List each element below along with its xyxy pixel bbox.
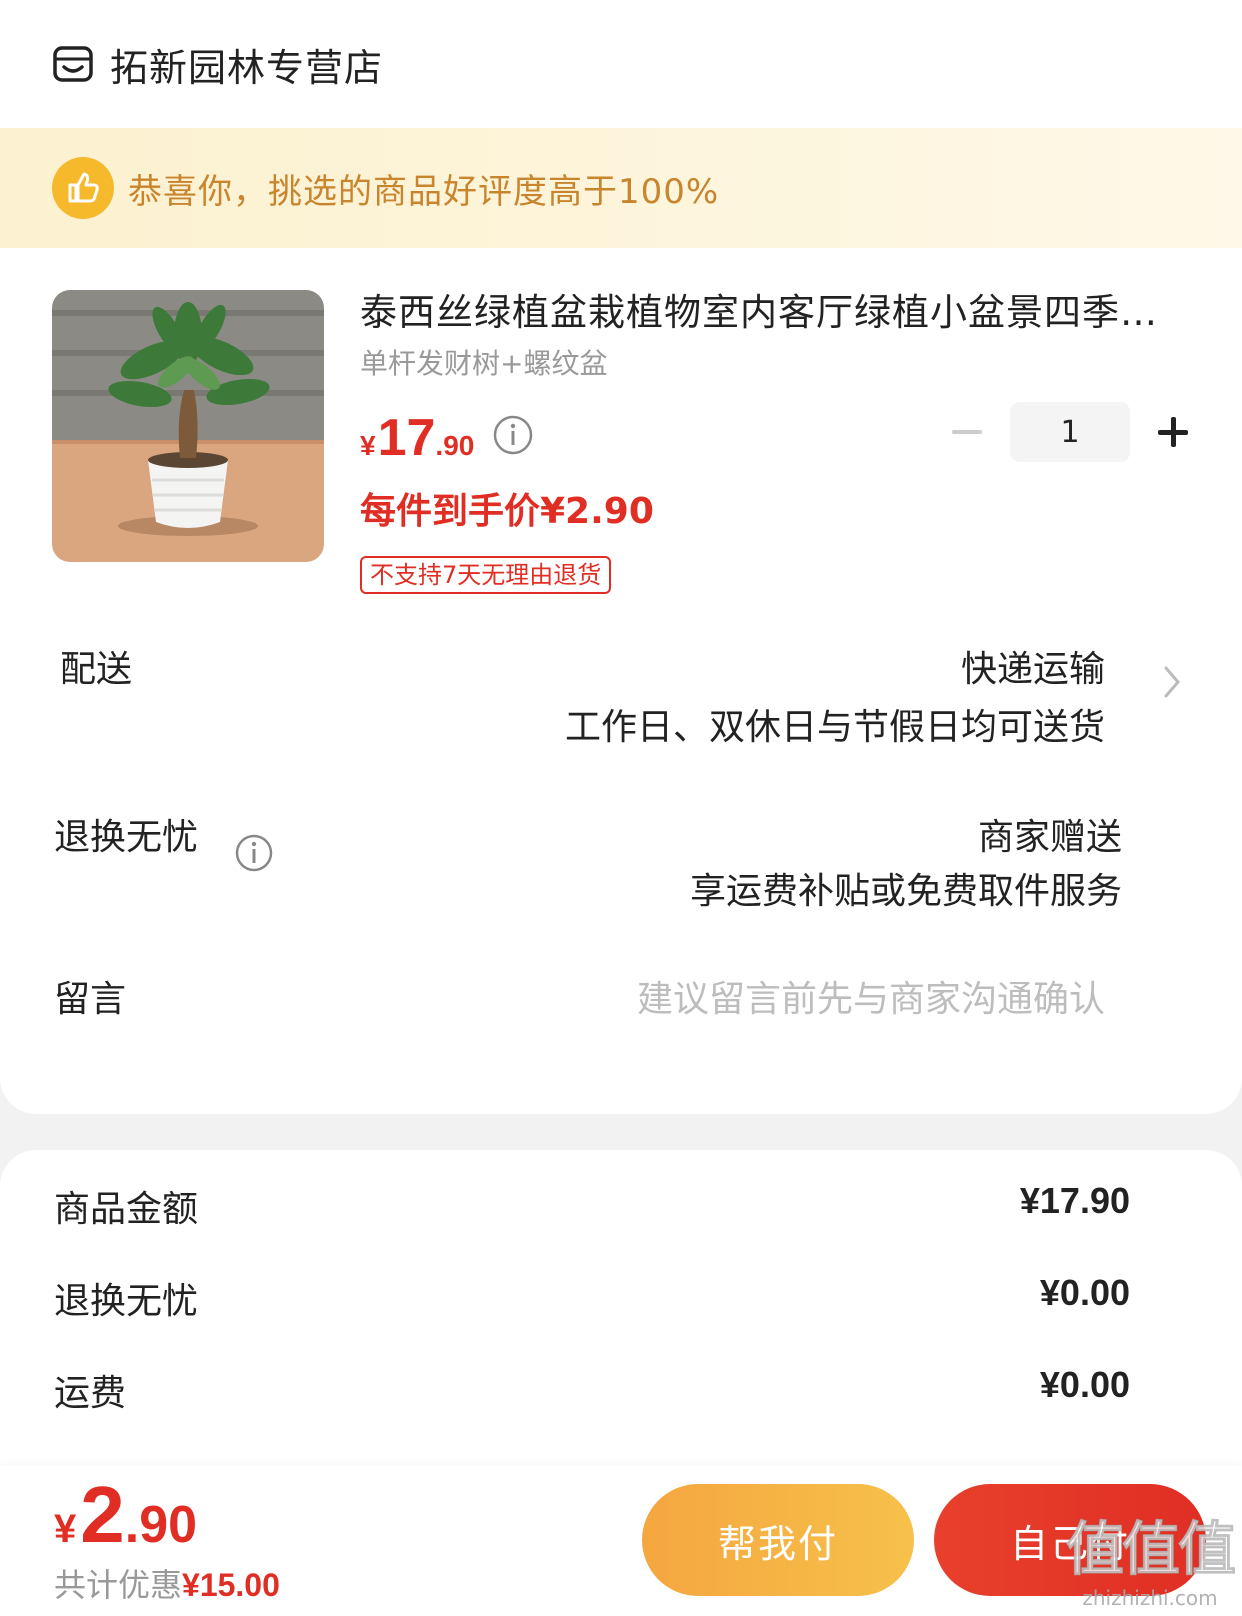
discount-value: ¥15.00 [182,1567,280,1603]
store-icon [53,46,93,82]
product-price: ¥ 17 .90 [360,408,474,468]
chevron-right-icon[interactable] [1162,664,1182,700]
friend-pay-button[interactable]: 帮我付 [642,1484,914,1596]
summary-shipping-value: ¥0.00 [1039,1364,1130,1405]
quantity-stepper: 1 [940,402,1200,462]
price-integer: 17 [377,409,436,467]
total-currency: ¥ [54,1507,77,1551]
thumbs-up-icon [52,157,114,219]
summary-return-label: 退换无忧 [54,1281,199,1322]
summary-goods-label: 商品金额 [54,1189,199,1230]
return-service-value: 商家赠送 [977,817,1122,858]
store-header[interactable]: 拓新园林专营店 [52,36,383,92]
banner-text: 恭喜你，挑选的商品好评度高于100% [128,171,720,212]
total-decimal: .90 [124,1496,198,1554]
delivery-method[interactable]: 快递运输 [961,640,1105,692]
delivery-detail: 工作日、双休日与节假日均可送货 [564,707,1105,748]
product-title[interactable]: 泰西丝绿植盆栽植物室内客厅绿植小盆景四季常青发财树 [360,282,1160,336]
increase-button[interactable] [1146,402,1200,462]
watermark: 值值值 zhizhizhi.com [1065,1502,1236,1611]
return-service-detail: 享运费补贴或免费取件服务 [689,871,1122,912]
discount-summary: 共计优惠¥15.00 [54,1560,280,1606]
watermark-logo: 值值值 [1065,1515,1236,1584]
quantity-field[interactable]: 1 [1010,402,1130,462]
product-spec[interactable]: 单杆发财树+螺纹盆 [360,342,607,382]
summary-goods-value: ¥17.90 [1019,1180,1130,1221]
message-label: 留言 [54,979,127,1020]
decrease-button[interactable] [940,402,994,462]
store-name: 拓新园林专营店 [110,45,384,90]
info-icon[interactable] [234,833,274,873]
total-price: ¥ 2 .90 [54,1470,197,1560]
summary-shipping-label: 运费 [54,1373,127,1414]
product-image[interactable] [52,290,324,562]
summary-return-value: ¥0.00 [1039,1272,1130,1313]
price-decimal: .90 [435,430,475,461]
return-service-label: 退换无忧 [54,817,199,858]
final-price: 每件到手价¥2.90 [360,491,654,532]
price-currency: ¥ [360,430,376,461]
delivery-label: 配送 [60,649,133,690]
praise-banner: 恭喜你，挑选的商品好评度高于100% [0,128,1242,248]
message-input[interactable]: 建议留言前先与商家沟通确认 [637,970,1105,1022]
watermark-url: zhizhizhi.com [1082,1586,1218,1610]
no-return-tag: 不支持7天无理由退货 [360,556,612,594]
total-integer: 2 [80,1470,125,1559]
discount-label: 共计优惠 [54,1566,183,1604]
info-icon[interactable] [492,414,534,456]
